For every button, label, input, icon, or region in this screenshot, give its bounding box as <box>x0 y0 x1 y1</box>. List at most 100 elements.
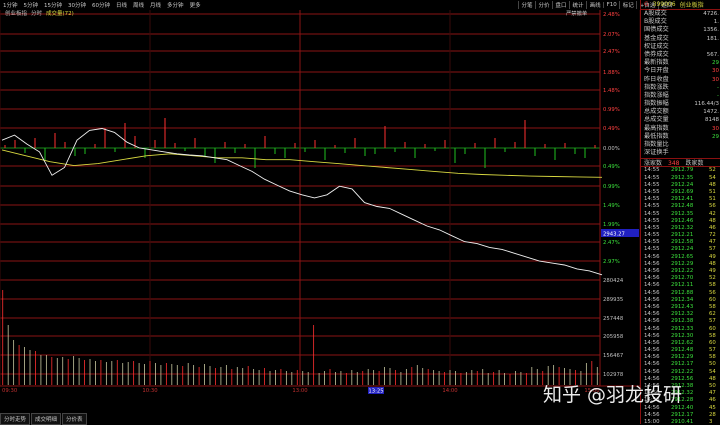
tick-price: 2910.41 <box>671 418 694 424</box>
quote-label: 今日开盘 <box>644 67 669 75</box>
tab-2[interactable]: 分价表 <box>62 413 87 425</box>
tick-time: 14:55 <box>644 174 660 181</box>
down-label: 跌家数 <box>685 160 704 168</box>
tick-price: 2912.41 <box>671 196 694 203</box>
period-button[interactable]: 1分钟 <box>0 1 21 9</box>
period-button[interactable]: 30分钟 <box>65 1 89 9</box>
tick-volume: 42 <box>709 210 716 217</box>
toolbar-button[interactable]: 标记 <box>619 0 636 9</box>
toolbar-button[interactable]: 分笔 <box>518 0 535 9</box>
quote-value: 30 <box>712 76 719 83</box>
quote-row: 基金成交 181. <box>641 35 720 43</box>
toolbar-button[interactable]: 统计 <box>569 0 586 9</box>
tick-price: 2912.48 <box>671 347 694 354</box>
tick-volume: 60 <box>709 339 716 346</box>
quote-label: 总成交量 <box>644 116 669 124</box>
quote-value: 30 <box>712 125 719 132</box>
quote-row: 深证换手 <box>641 149 720 157</box>
tick-price: 2912.32 <box>671 311 694 318</box>
tick-volume: 57 <box>709 318 716 325</box>
tick-price: 2912.46 <box>671 217 694 224</box>
tick-time: 14:56 <box>644 361 660 368</box>
up-count: 348 <box>668 160 680 168</box>
tick-row: 14:56 2912.17 50 <box>641 361 720 368</box>
quote-row: 权证成交 <box>641 43 720 51</box>
tick-row: 14:56 2912.48 57 <box>641 347 720 354</box>
toolbar-button[interactable]: 画线 <box>586 0 603 9</box>
tick-row: 14:55 2912.69 51 <box>641 189 720 196</box>
period-button[interactable]: 月线 <box>147 1 164 9</box>
quote-value: 1472. <box>703 109 719 116</box>
right-label[interactable]: 严禁撤单 <box>566 9 587 17</box>
average-line <box>1 149 603 178</box>
tick-volume: 56 <box>709 289 716 296</box>
intraday-chart[interactable]: 2.48% 2.07% 2.47% 1.88% 1.48% 0.99% 0.49% 0.00%… <box>0 0 640 424</box>
tick-row: 14:56 2912.29 48 <box>641 261 720 268</box>
indicator-label[interactable]: 成交量(72) <box>46 9 74 17</box>
period-button[interactable]: 60分钟 <box>89 1 113 9</box>
mode-label: 分时 <box>31 11 43 17</box>
tick-volume: 50 <box>709 361 716 368</box>
quote-label: 权证成交 <box>644 42 669 50</box>
tick-volume: 60 <box>709 325 716 332</box>
tick-time: 14:55 <box>644 224 660 231</box>
tick-time: 14:55 <box>644 246 660 253</box>
toolbar-button[interactable]: 盘口 <box>552 0 569 9</box>
tab-1[interactable]: 成交明细 <box>31 413 62 425</box>
tick-price: 2912.69 <box>671 188 694 195</box>
tick-row: 14:56 2912.34 60 <box>641 297 720 304</box>
tick-price: 2912.65 <box>671 253 694 260</box>
tick-volume: 62 <box>709 311 716 318</box>
quote-row: 国债成交 1356. <box>641 26 720 34</box>
tick-time: 14:55 <box>644 210 660 217</box>
tick-time: 14:56 <box>644 289 660 296</box>
tick-time: 14:56 <box>644 368 660 375</box>
tick-row: 15:00 2910.41 3 <box>641 419 720 424</box>
tick-price: 2912.17 <box>671 361 694 368</box>
tick-price: 2912.33 <box>671 325 694 332</box>
tick-row: 14:55 2912.35 54 <box>641 175 720 182</box>
tick-price: 2912.43 <box>671 303 694 310</box>
tick-price: 2912.32 <box>671 224 694 231</box>
toolbar-button[interactable]: 分价 <box>535 0 552 9</box>
pct-label: 2.47% <box>603 240 620 246</box>
tick-time: 14:56 <box>644 332 660 339</box>
quote-row: 今日开盘 30 <box>641 67 720 75</box>
cursor-time: 13:25 <box>368 389 383 395</box>
tick-volume: 46 <box>709 224 716 231</box>
tick-row: 14:55 2912.46 48 <box>641 218 720 225</box>
pct-label: 2.97% <box>603 259 620 265</box>
tick-price: 2912.38 <box>671 318 694 325</box>
tick-volume: 52 <box>709 167 716 174</box>
tick-price: 2912.24 <box>671 181 694 188</box>
tick-volume: 48 <box>709 260 716 267</box>
tick-volume: 48 <box>709 375 716 382</box>
period-button[interactable]: 15分钟 <box>41 1 65 9</box>
tick-row: 14:55 2912.48 56 <box>641 203 720 210</box>
tick-row: 14:55 2912.58 47 <box>641 239 720 246</box>
tick-time: 15:00 <box>644 418 660 424</box>
period-button[interactable]: 多分钟 <box>164 1 187 9</box>
tab-0[interactable]: 分时走势 <box>0 413 31 425</box>
tick-row: 14:56 2912.17 28 <box>641 412 720 419</box>
tick-price: 2912.58 <box>671 239 694 246</box>
tick-row: 14:56 2912.32 62 <box>641 311 720 318</box>
toolbar-button[interactable]: F10 <box>603 1 619 8</box>
pct-label: 2.07% <box>603 32 620 38</box>
flag: G <box>644 1 649 8</box>
tick-row: 14:55 2912.24 57 <box>641 246 720 253</box>
tick-volume: 52 <box>709 275 716 282</box>
tick-time: 14:55 <box>644 167 660 174</box>
quote-label: 指数涨幅 <box>644 91 669 99</box>
tick-price: 2912.70 <box>671 275 694 282</box>
period-button[interactable]: 日线 <box>113 1 130 9</box>
period-button[interactable]: 周线 <box>130 1 147 9</box>
quote-row: 债券成交 567. <box>641 51 720 59</box>
period-button[interactable]: 更多 <box>187 1 204 9</box>
period-button[interactable]: 5分钟 <box>21 1 42 9</box>
pct-label: 0.99% <box>603 184 620 190</box>
tick-volume: 57 <box>709 347 716 354</box>
quote-label: 最低指数 <box>644 132 669 140</box>
tick-price: 2912.35 <box>671 174 694 181</box>
tick-price: 2912.30 <box>671 332 694 339</box>
